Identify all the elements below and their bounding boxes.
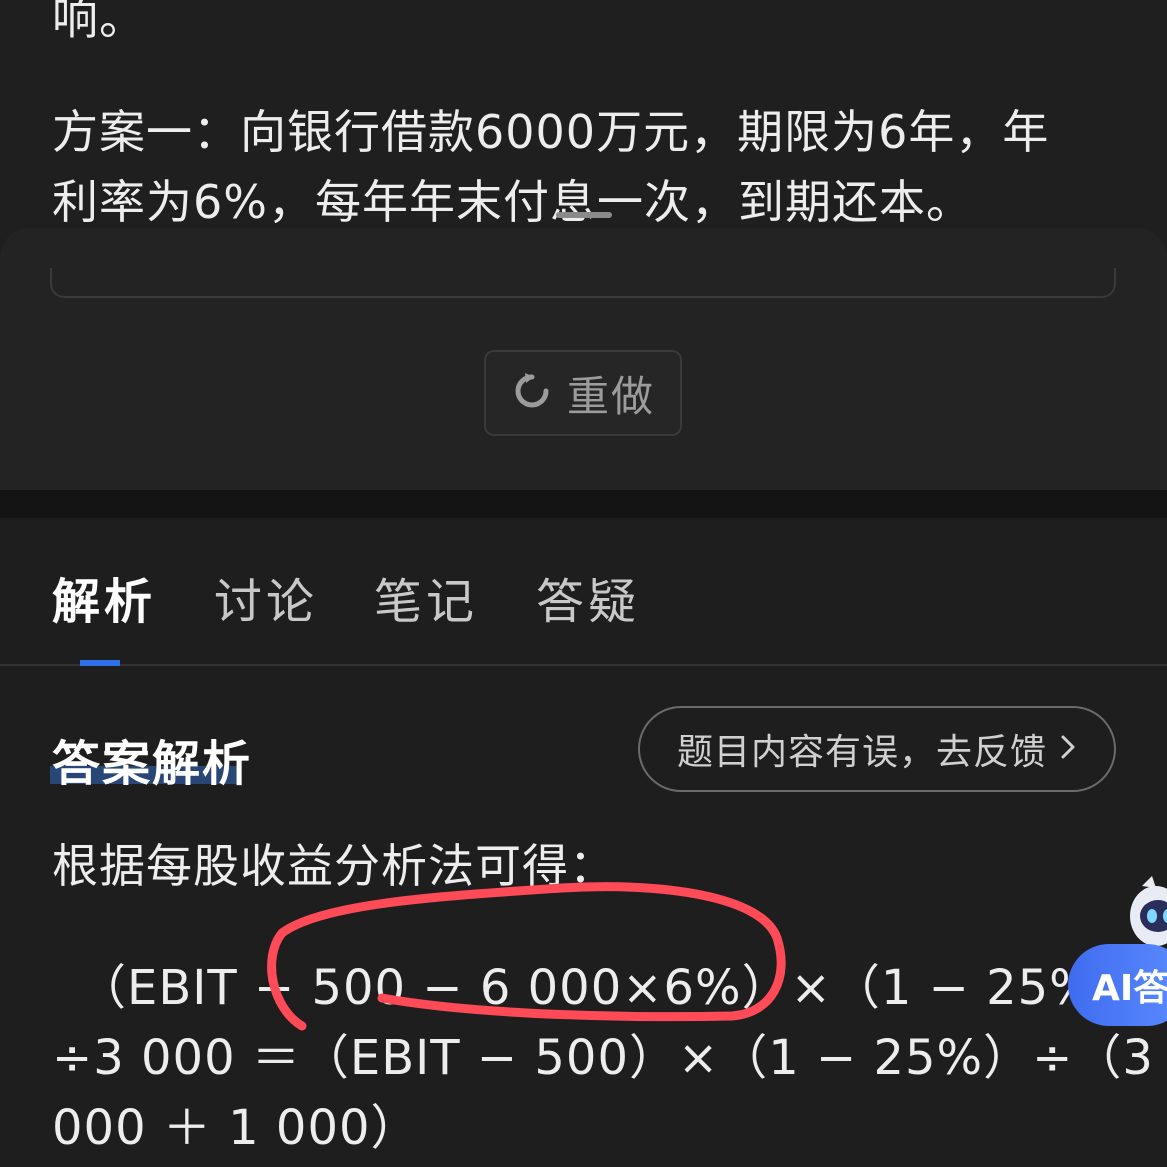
tab-analysis[interactable]: 解析 bbox=[52, 562, 156, 632]
chevron-right-icon bbox=[1059, 733, 1077, 765]
formula-line: ÷3 000 ＝（EBIT − 500）×（1 − 25%）÷（3 bbox=[52, 1030, 1154, 1086]
tab-notes[interactable]: 笔记 bbox=[374, 562, 478, 632]
tab-qa[interactable]: 答疑 bbox=[536, 562, 640, 632]
answer-input-frame bbox=[50, 268, 1116, 298]
feedback-button[interactable]: 题目内容有误，去反馈 bbox=[638, 706, 1116, 792]
active-tab-indicator bbox=[80, 660, 120, 666]
drag-handle[interactable] bbox=[556, 212, 612, 218]
redo-button[interactable]: 重做 bbox=[484, 350, 682, 436]
question-text-line: 方案一：向银行借款6000万元，期限为6年，年 bbox=[52, 105, 1050, 159]
section-title: 答案解析 bbox=[52, 736, 253, 792]
formula-line: （EBIT − 500 − 6 000×6%）×（1 − 25%） bbox=[78, 960, 1145, 1016]
analysis-area: 解析 讨论 笔记 答疑 答案解析 题目内容有误，去反馈 根据每股收益分析法可得：… bbox=[0, 518, 1167, 1167]
question-text-line: 响。 bbox=[52, 0, 146, 45]
tab-bar: 解析 讨论 笔记 答疑 bbox=[0, 518, 1167, 666]
formula-line: 000 ＋ 1 000） bbox=[52, 1100, 420, 1156]
question-text-line: 利率为6%，每年年末付息一次，到期还本。 bbox=[52, 175, 973, 229]
ai-assistant-button[interactable]: AI答 bbox=[1068, 944, 1167, 1026]
analysis-intro: 根据每股收益分析法可得： bbox=[52, 839, 616, 893]
tab-discussion[interactable]: 讨论 bbox=[214, 562, 318, 632]
section-divider bbox=[0, 490, 1167, 518]
ai-assistant-label: AI答 bbox=[1092, 968, 1167, 1009]
redo-icon bbox=[511, 370, 553, 416]
redo-label: 重做 bbox=[566, 371, 655, 421]
feedback-label: 题目内容有误，去反馈 bbox=[676, 732, 1047, 773]
